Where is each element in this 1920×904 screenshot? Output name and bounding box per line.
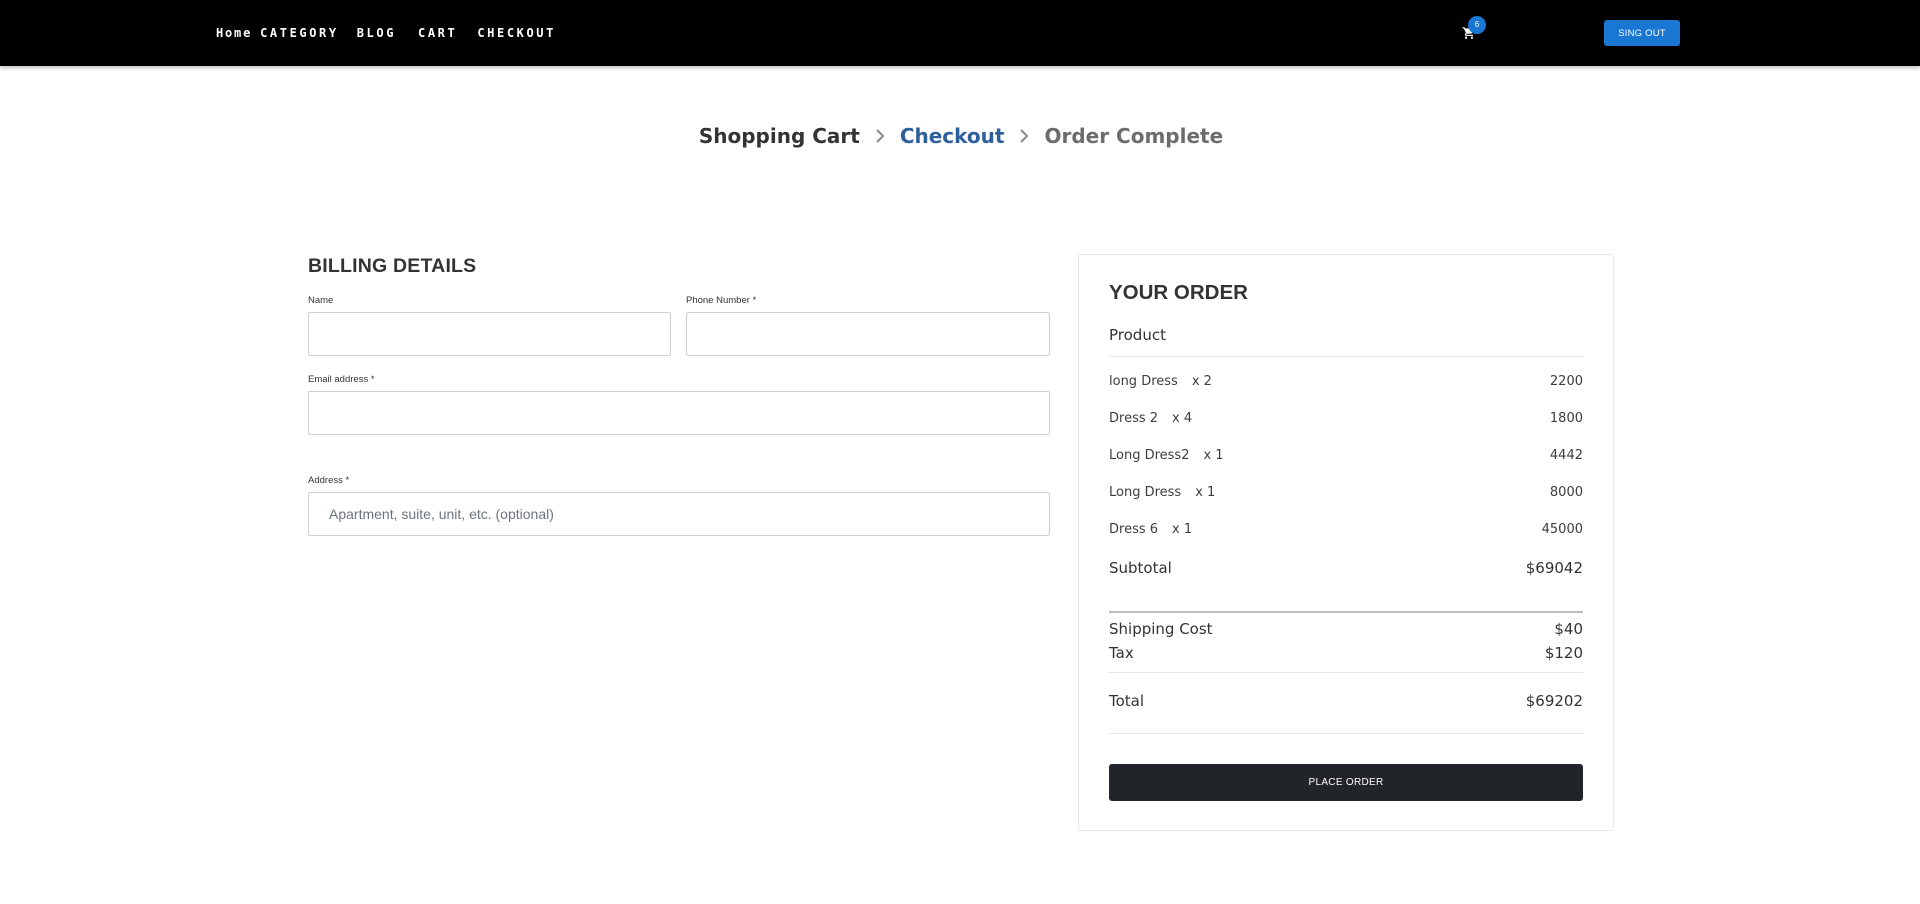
- item-qty: x 1: [1195, 485, 1216, 500]
- top-navbar: Home CATEGORY BLOG CART CHECKOUT 6 SING …: [0, 0, 1920, 66]
- total-value: $69202: [1525, 692, 1583, 710]
- total-row: Total $69202: [1109, 692, 1583, 710]
- subtotal-label: Subtotal: [1109, 559, 1172, 577]
- item-qty: x 4: [1172, 411, 1193, 426]
- order-item: Dress 2 x 4 1800: [1109, 411, 1583, 426]
- item-price: 8000: [1549, 485, 1583, 500]
- item-name: long Dress: [1109, 374, 1178, 389]
- item-price: 45000: [1541, 522, 1583, 537]
- item-qty: x 1: [1172, 522, 1193, 537]
- divider: [1109, 672, 1583, 673]
- item-name: Long Dress2: [1109, 448, 1190, 463]
- shipping-value: $40: [1554, 620, 1583, 638]
- nav-link-home[interactable]: Home: [216, 26, 252, 40]
- checkout-steps-breadcrumb: Shopping Cart Checkout Order Complete: [0, 124, 1920, 148]
- address-label: Address *: [308, 475, 350, 486]
- tax-row: Tax $120: [1109, 644, 1583, 662]
- item-price: 2200: [1549, 374, 1583, 389]
- shipping-row: Shipping Cost $40: [1109, 620, 1583, 638]
- divider: [1109, 611, 1583, 613]
- nav-link-checkout[interactable]: CHECKOUT: [477, 26, 556, 40]
- step-shopping-cart[interactable]: Shopping Cart: [699, 124, 860, 148]
- order-title: YOUR ORDER: [1109, 281, 1248, 304]
- total-label: Total: [1109, 692, 1145, 710]
- item-name: Dress 2: [1109, 411, 1159, 426]
- product-column-header: Product: [1109, 326, 1166, 344]
- divider: [1109, 356, 1583, 357]
- subtotal-row: Subtotal $69042: [1109, 559, 1583, 577]
- billing-title: BILLING DETAILS: [308, 255, 477, 277]
- subtotal-value: $69042: [1525, 559, 1583, 577]
- place-order-button[interactable]: PLACE ORDER: [1109, 764, 1583, 801]
- divider: [1109, 733, 1583, 734]
- item-name: Long Dress: [1109, 485, 1182, 500]
- item-price: 4442: [1549, 448, 1583, 463]
- order-item: long Dress x 2 2200: [1109, 374, 1583, 389]
- nav-link-blog[interactable]: BLOG: [357, 26, 396, 40]
- address-field[interactable]: [308, 492, 1050, 536]
- email-field[interactable]: [308, 391, 1050, 435]
- sign-out-button[interactable]: SING OUT: [1604, 20, 1680, 46]
- tax-value: $120: [1544, 644, 1583, 662]
- name-field[interactable]: [308, 312, 671, 356]
- chevron-right-icon: [1004, 124, 1044, 148]
- order-item: Long Dress x 1 8000: [1109, 485, 1583, 500]
- phone-label: Phone Number *: [686, 295, 757, 306]
- cart-count-badge: 6: [1468, 16, 1486, 34]
- tax-label: Tax: [1109, 644, 1134, 662]
- phone-field[interactable]: [686, 312, 1050, 356]
- item-name: Dress 6: [1109, 522, 1159, 537]
- item-qty: x 1: [1203, 448, 1224, 463]
- order-item: Dress 6 x 1 45000: [1109, 522, 1583, 537]
- item-qty: x 2: [1191, 374, 1212, 389]
- order-item: Long Dress2 x 1 4442: [1109, 448, 1583, 463]
- item-price: 1800: [1549, 411, 1583, 426]
- nav-link-category[interactable]: CATEGORY: [260, 26, 339, 40]
- billing-details-form: BILLING DETAILS: [308, 255, 1050, 278]
- nav-link-cart[interactable]: CART: [418, 26, 457, 40]
- chevron-right-icon: [860, 124, 900, 148]
- step-checkout: Checkout: [899, 124, 1005, 148]
- shipping-label: Shipping Cost: [1109, 620, 1213, 638]
- main-nav: Home CATEGORY BLOG CART CHECKOUT: [216, 26, 556, 40]
- name-label: Name: [308, 295, 334, 306]
- step-order-complete: Order Complete: [1044, 124, 1224, 148]
- order-summary-card: YOUR ORDER Product long Dress x 2 2200 Dr…: [1078, 254, 1614, 831]
- email-label: Email address *: [308, 374, 375, 385]
